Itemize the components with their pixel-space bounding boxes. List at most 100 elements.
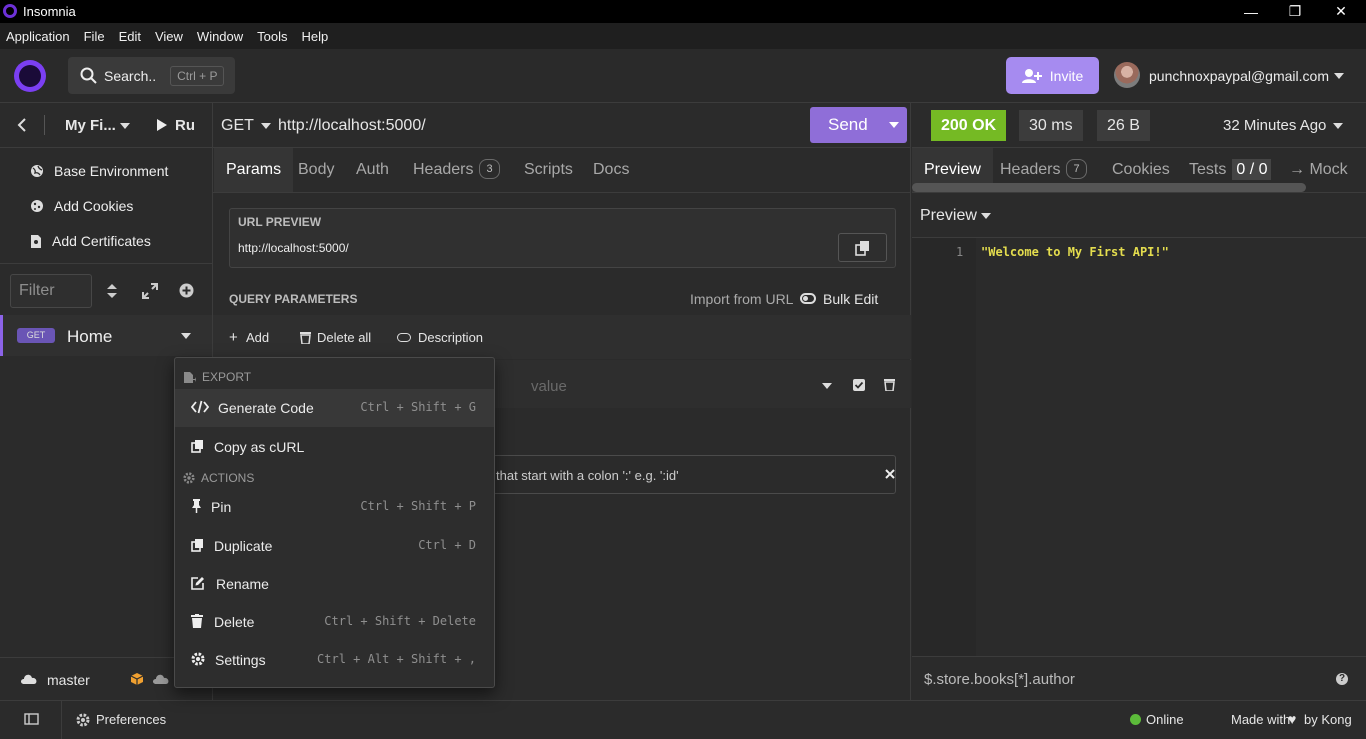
bulk-edit-label[interactable]: Bulk Edit [823,291,878,307]
tab-scripts[interactable]: Scripts [524,148,573,192]
status-bar: Preferences Online Made with ♥ by Kong [0,700,1366,739]
sort-icon[interactable] [106,283,118,299]
tab-auth[interactable]: Auth [356,148,389,192]
delete-all-button[interactable]: Delete all [317,330,371,345]
response-filter-input[interactable]: $.store.books[*].author [924,671,1075,688]
url-preview-value: http://localhost:5000/ [238,241,349,255]
trash-icon[interactable] [300,331,311,344]
add-param-button[interactable]: Add [246,330,269,345]
response-pane: 200 OK 30 ms 26 B 32 Minutes Ago Preview… [912,103,1366,700]
bulk-edit-toggle[interactable] [800,293,816,304]
menu-item-pin[interactable]: Pin Ctrl + Shift + P [175,488,494,526]
description-toggle-icon[interactable] [397,333,411,342]
panel-toggle-icon[interactable] [24,713,39,725]
chevron-down-icon[interactable] [889,122,899,128]
filter-input[interactable]: Filter [10,274,92,308]
gear-icon [76,713,90,727]
send-button[interactable]: Send [810,107,907,143]
menu-file[interactable]: File [84,29,105,44]
menu-tools[interactable]: Tools [257,29,287,44]
trash-icon[interactable] [884,378,895,391]
gear-icon [183,472,195,484]
expand-icon[interactable] [142,283,158,299]
search-button[interactable]: Search.. Ctrl + P [68,57,235,94]
cloud-download-icon[interactable] [152,673,170,685]
copy-url-button[interactable] [838,233,887,262]
preferences-button[interactable]: Preferences [96,712,166,727]
menu-item-delete[interactable]: Delete Ctrl + Shift + Delete [175,603,494,641]
divider [44,115,45,135]
toggle-knob [803,296,808,301]
base-environment-link[interactable]: Base Environment [30,163,168,179]
play-icon[interactable] [156,118,168,132]
divider [0,263,212,264]
tests-count: 0 / 0 [1232,159,1272,180]
chevron-down-icon[interactable] [261,123,271,129]
chevron-down-icon[interactable] [1333,123,1343,129]
chevron-down-icon[interactable] [981,213,991,219]
add-icon[interactable] [179,283,194,298]
plus-icon[interactable]: + [229,329,238,346]
search-shortcut: Ctrl + P [170,65,225,86]
url-preview-title: URL PREVIEW [238,215,322,229]
avatar[interactable] [1114,62,1140,88]
chevron-down-icon[interactable] [120,123,130,129]
tab-params[interactable]: Params [214,148,294,192]
tabs-scrollbar[interactable] [912,183,1306,192]
menu-item-settings[interactable]: Settings Ctrl + Alt + Shift + , [175,641,494,679]
shortcut: Ctrl + Shift + G [360,400,476,414]
project-name[interactable]: My Fi... [65,117,116,134]
checkbox-icon[interactable] [853,379,865,391]
menu-item-duplicate[interactable]: Duplicate Ctrl + D [175,527,494,565]
method-select[interactable]: GET [221,117,254,135]
url-input[interactable]: http://localhost:5000/ [278,117,426,135]
line-number: 1 [956,245,964,259]
menu-window[interactable]: Window [197,29,243,44]
branch-name[interactable]: master [47,672,90,688]
restore-button[interactable]: ❐ [1272,0,1318,23]
response-time-ago[interactable]: 32 Minutes Ago [1223,117,1326,134]
chevron-down-icon[interactable] [181,333,191,339]
base-environment-label: Base Environment [54,163,169,179]
headers-count: 3 [479,159,500,179]
tab-headers[interactable]: Headers 3 [413,148,500,192]
edit-icon [191,577,204,590]
shortcut: Ctrl + D [418,538,476,552]
line-gutter: 1 [912,238,976,656]
menu-help[interactable]: Help [302,29,329,44]
user-email[interactable]: punchnoxpaypal@gmail.com [1149,68,1329,84]
import-from-url-link[interactable]: Import from URL [690,291,793,307]
duplicate-icon [191,539,203,552]
add-cookies-link[interactable]: Add Cookies [30,198,133,214]
insomnia-logo-icon[interactable] [14,60,46,92]
menu-edit[interactable]: Edit [119,29,141,44]
minimize-button[interactable]: — [1228,0,1274,23]
close-window-button[interactable]: ✕ [1318,0,1364,23]
run-label[interactable]: Ru [175,117,195,134]
query-tools: + Add Delete all Description [213,315,911,359]
menu-item-generate-code[interactable]: Generate Code Ctrl + Shift + G [175,389,494,427]
tab-body[interactable]: Body [298,148,334,192]
tab-docs[interactable]: Docs [593,148,629,192]
insomnia-logo-icon [3,4,17,18]
request-item-home[interactable]: GET Home [0,315,212,356]
menu-item-copy-as-curl[interactable]: Copy as cURL [175,428,494,466]
menu-application[interactable]: Application [6,29,70,44]
close-icon[interactable] [885,469,895,479]
globe-icon [31,165,43,177]
add-certificates-link[interactable]: Add Certificates [30,233,151,249]
chevron-down-icon[interactable] [1334,73,1344,79]
description-button[interactable]: Description [418,330,483,345]
chevron-down-icon[interactable] [822,383,832,389]
help-icon[interactable]: ? [1336,673,1348,685]
package-icon[interactable] [130,672,144,686]
add-certificates-label: Add Certificates [52,233,151,249]
preview-mode-select[interactable]: Preview [920,207,977,225]
menu-item-rename[interactable]: Rename [175,565,494,603]
send-label: Send [828,115,868,134]
invite-button[interactable]: Invite [1006,57,1099,94]
back-arrow-icon[interactable] [16,118,28,132]
trash-icon [191,614,203,628]
param-value-input[interactable]: value [531,378,567,395]
menu-view[interactable]: View [155,29,183,44]
